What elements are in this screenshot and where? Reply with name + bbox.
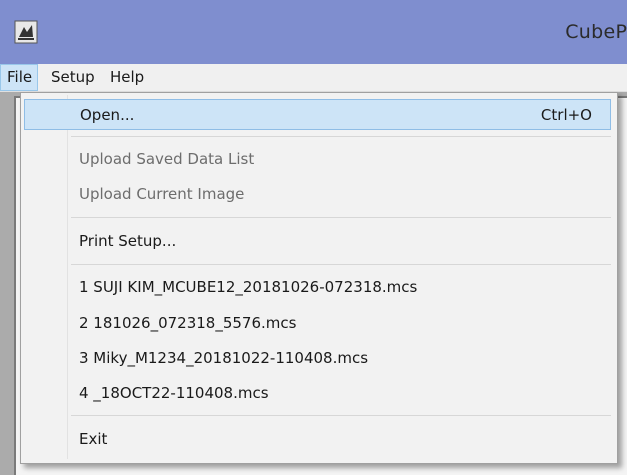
menu-help[interactable]: Help	[104, 64, 150, 91]
menu-setup[interactable]: Setup	[45, 64, 101, 91]
menu-item-recent-file[interactable]: 1 SUJI KIM_MCUBE12_20181026-072318.mcs	[24, 272, 611, 303]
menu-separator	[71, 217, 611, 218]
menu-item-recent-file[interactable]: 4 _18OCT22-110408.mcs	[24, 378, 611, 409]
menu-item-label: 2 181026_072318_5576.mcs	[79, 314, 297, 332]
menu-item-recent-file[interactable]: 3 Miky_M1234_20181022-110408.mcs	[24, 343, 611, 374]
menu-item-shortcut: Ctrl+O	[540, 106, 592, 124]
menu-item-label: Exit	[79, 430, 108, 448]
menu-item-exit[interactable]: Exit	[24, 424, 611, 455]
menu-item-label: Print Setup...	[79, 232, 177, 250]
menu-item-label: 1 SUJI KIM_MCUBE12_20181026-072318.mcs	[79, 278, 418, 296]
menu-item-upload-saved-data-list[interactable]: Upload Saved Data List	[24, 144, 611, 175]
menu-item-label: Upload Current Image	[79, 185, 245, 203]
menu-file[interactable]: File	[0, 64, 38, 91]
menu-bar: File Setup Help	[0, 64, 627, 92]
title-bar[interactable]: CubePr	[0, 0, 627, 64]
menu-separator	[71, 264, 611, 265]
menu-item-label: Upload Saved Data List	[79, 150, 255, 168]
menu-separator	[71, 415, 611, 416]
app-icon[interactable]	[14, 20, 38, 44]
file-menu-dropdown: Open... Ctrl+O Upload Saved Data List Up…	[20, 92, 618, 464]
menu-item-open[interactable]: Open... Ctrl+O	[24, 99, 611, 130]
menu-item-upload-current-image[interactable]: Upload Current Image	[24, 179, 611, 210]
menu-item-label: 3 Miky_M1234_20181022-110408.mcs	[79, 349, 369, 367]
menu-item-label: Open...	[80, 106, 135, 124]
menu-item-recent-file[interactable]: 2 181026_072318_5576.mcs	[24, 308, 611, 339]
application-window: CubePr File Setup Help Open... Ctrl+O Up…	[0, 0, 627, 475]
menu-separator	[71, 136, 611, 137]
window-title: CubePr	[565, 21, 627, 43]
menu-item-print-setup[interactable]: Print Setup...	[24, 226, 611, 257]
menu-item-label: 4 _18OCT22-110408.mcs	[79, 384, 269, 402]
